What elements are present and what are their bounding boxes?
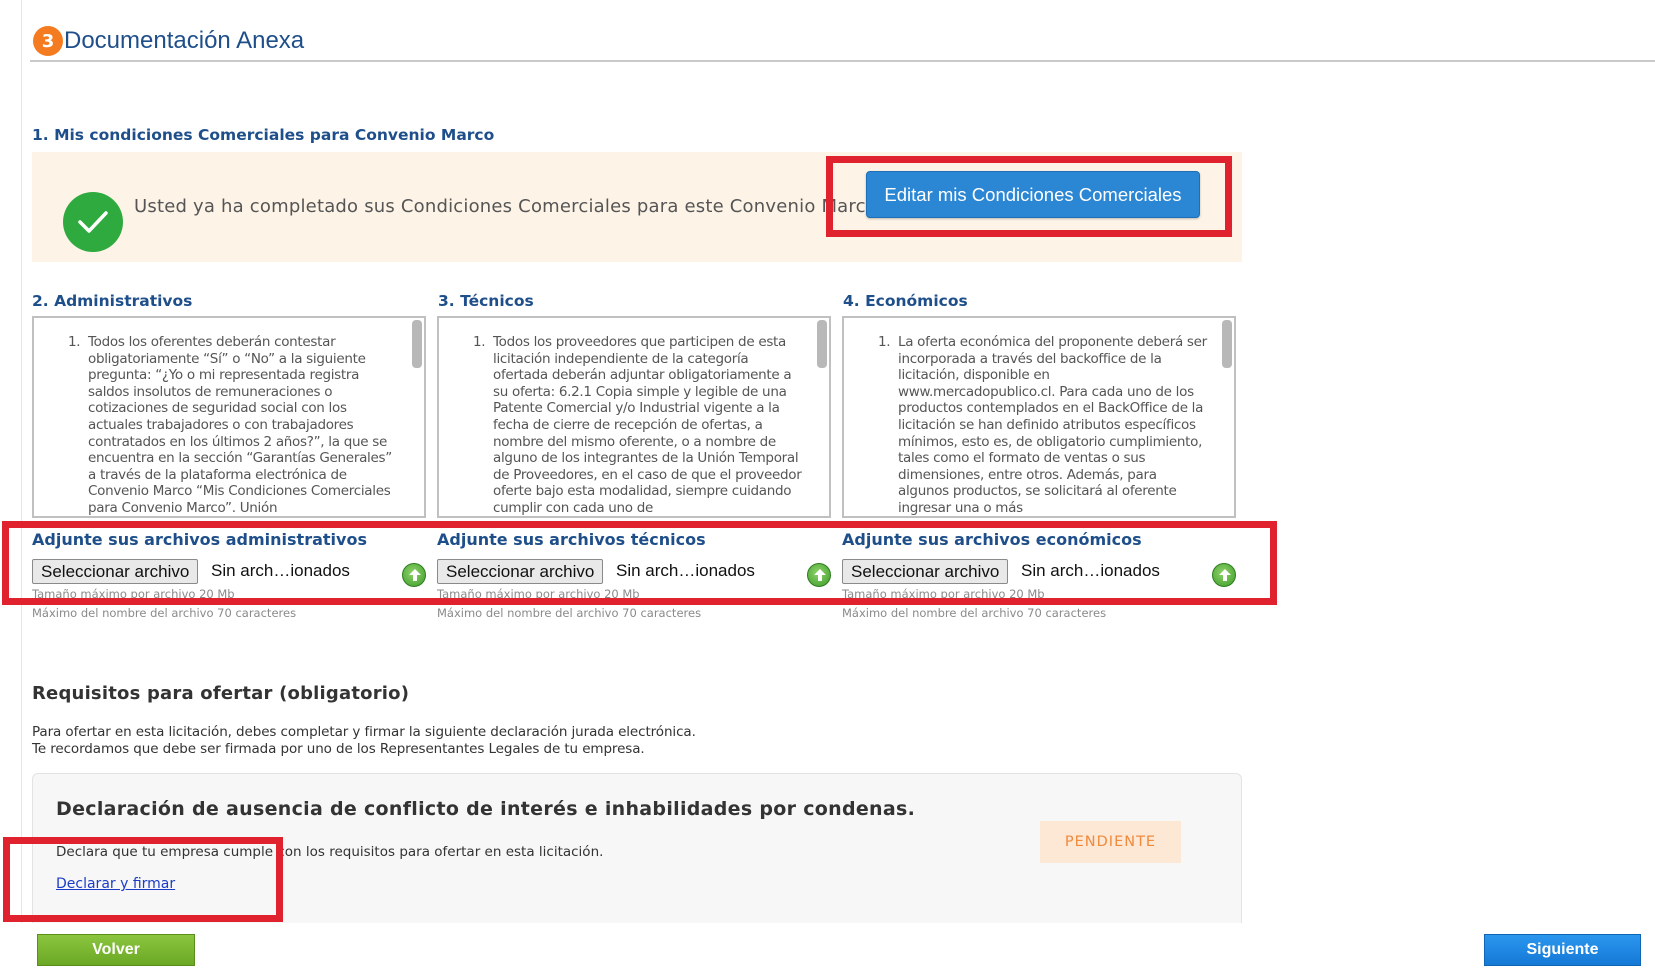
comerciales-heading: 1. Mis condiciones Comerciales para Conv…	[32, 126, 495, 144]
tecnicos-upload-icon[interactable]	[807, 563, 831, 587]
section-divider	[30, 60, 1655, 62]
economicos-heading: 4. Económicos	[843, 292, 968, 310]
admin-heading: 2. Administrativos	[32, 292, 193, 310]
scrollbar-thumb[interactable]	[1222, 320, 1232, 368]
economicos-file-status: Sin arch…ionados	[1021, 561, 1160, 580]
section-header: 3 Documentación Anexa	[33, 26, 304, 56]
tecnicos-textarea[interactable]: 1. Todos los proveedores que participen d…	[437, 316, 831, 518]
tecnicos-text: Todos los proveedores que participen de …	[493, 334, 802, 516]
economicos-upload-icon[interactable]	[1212, 563, 1236, 587]
economicos-name-hint: Máximo del nombre del archivo 70 caracte…	[842, 606, 1107, 620]
list-number: 1.	[473, 334, 486, 350]
tecnicos-heading: 3. Técnicos	[438, 292, 534, 310]
section-title: Documentación Anexa	[64, 27, 305, 54]
next-button[interactable]: Siguiente	[1484, 934, 1641, 966]
economicos-textarea[interactable]: 1. La oferta económica del proponente deb…	[842, 316, 1236, 518]
highlight-edit-button	[826, 156, 1232, 237]
economicos-file-button[interactable]: Seleccionar archivo	[842, 559, 1009, 584]
back-button[interactable]: Volver	[37, 934, 195, 966]
admin-file-status: Sin arch…ionados	[211, 561, 350, 580]
economicos-text: La oferta económica del proponente deber…	[898, 334, 1207, 516]
left-divider	[21, 0, 22, 974]
scrollbar-thumb[interactable]	[817, 320, 827, 368]
check-circle-icon	[63, 192, 123, 252]
tecnicos-file-status: Sin arch…ionados	[616, 561, 755, 580]
step-number-badge: 3	[33, 26, 63, 56]
list-number: 1.	[68, 334, 81, 350]
highlight-declare-link	[3, 837, 283, 922]
scrollbar-thumb[interactable]	[412, 320, 422, 368]
tecnicos-file-button[interactable]: Seleccionar archivo	[437, 559, 604, 584]
list-number: 1.	[878, 334, 891, 350]
admin-upload-icon[interactable]	[402, 563, 426, 587]
requisitos-line-2: Te recordamos que debe ser firmada por u…	[32, 741, 645, 757]
requisitos-title: Requisitos para ofertar (obligatorio)	[32, 683, 410, 704]
admin-name-hint: Máximo del nombre del archivo 70 caracte…	[32, 606, 297, 620]
admin-textarea[interactable]: 1. Todos los oferentes deberán contestar …	[32, 316, 426, 518]
admin-text: Todos los oferentes deberán contestar ob…	[88, 334, 392, 516]
declaration-title: Declaración de ausencia de conflicto de …	[56, 798, 916, 820]
requisitos-line-1: Para ofertar en esta licitación, debes c…	[32, 724, 696, 740]
status-badge: PENDIENTE	[1040, 821, 1181, 863]
footer-area	[0, 923, 1655, 974]
tecnicos-name-hint: Máximo del nombre del archivo 70 caracte…	[437, 606, 702, 620]
admin-file-button[interactable]: Seleccionar archivo	[32, 559, 199, 584]
comerciales-message: Usted ya ha completado sus Condiciones C…	[134, 196, 883, 217]
